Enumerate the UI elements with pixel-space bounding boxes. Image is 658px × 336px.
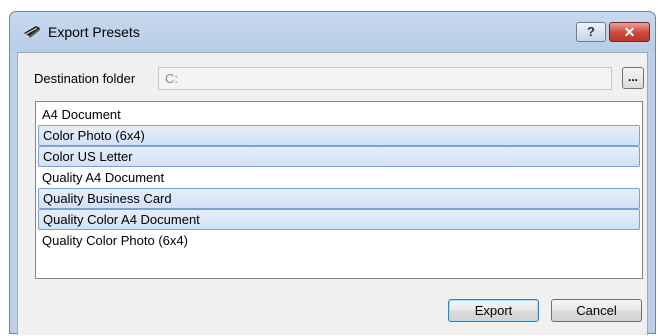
destination-folder-label: Destination folder	[34, 71, 136, 86]
list-item[interactable]: Quality Color Photo (6x4)	[38, 230, 640, 251]
dialog-body: Destination folder C: ... A4 Document Co…	[17, 52, 648, 335]
list-item[interactable]: Quality A4 Document	[38, 167, 640, 188]
destination-folder-field[interactable]: C:	[158, 67, 612, 90]
title-bar[interactable]: Export Presets ? ✕	[10, 12, 655, 52]
presets-list[interactable]: A4 Document Color Photo (6x4) Color US L…	[35, 101, 643, 279]
dialog-window: Export Presets ? ✕ Destination folder C:…	[9, 11, 656, 335]
dialog-title: Export Presets	[48, 24, 140, 40]
cancel-button[interactable]: Cancel	[551, 299, 642, 322]
browse-button[interactable]: ...	[622, 67, 644, 89]
list-item[interactable]: Color US Letter	[38, 146, 640, 167]
list-item[interactable]: A4 Document	[38, 104, 640, 125]
list-item[interactable]: Quality Business Card	[38, 188, 640, 209]
close-button[interactable]: ✕	[609, 22, 650, 42]
list-item[interactable]: Color Photo (6x4)	[38, 125, 640, 146]
scanner-icon	[23, 23, 41, 39]
export-button[interactable]: Export	[448, 299, 539, 322]
help-button[interactable]: ?	[576, 22, 606, 42]
list-item[interactable]: Quality Color A4 Document	[38, 209, 640, 230]
